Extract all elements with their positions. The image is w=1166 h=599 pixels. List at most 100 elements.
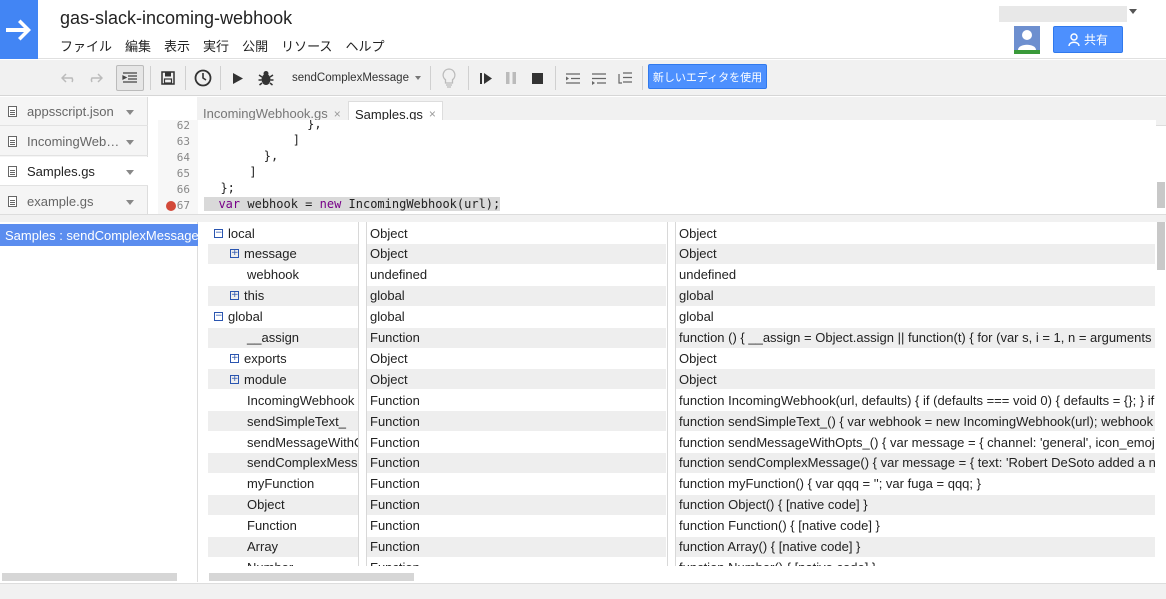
run-icon[interactable] (229, 65, 247, 91)
chevron-down-icon[interactable] (126, 110, 134, 115)
file-item-appsscript-json[interactable]: appsscript.json (0, 97, 148, 126)
indent-toggle-icon[interactable] (116, 65, 144, 91)
file-icon (8, 135, 17, 147)
menu-file[interactable]: ファイル (60, 36, 119, 55)
variable-type: Function (370, 476, 420, 492)
lightbulb-icon[interactable] (438, 65, 460, 91)
file-item-example[interactable]: example.gs (0, 187, 148, 216)
step-into-icon[interactable] (563, 65, 583, 91)
variable-type: Function (367, 411, 666, 432)
variable-row[interactable]: − global global global (207, 306, 1155, 327)
pause-icon[interactable] (502, 65, 520, 91)
collapse-icon[interactable]: − (214, 228, 223, 238)
expand-icon[interactable]: + (230, 291, 239, 301)
variable-row[interactable]: IncomingWebhook Function function Incoming… (207, 389, 1155, 410)
chevron-down-icon[interactable] (126, 140, 134, 145)
variable-row[interactable]: + module Object Object (207, 368, 1155, 390)
variable-row[interactable]: − local Object Object (207, 222, 1155, 243)
close-icon[interactable]: × (334, 107, 341, 121)
keyword-token: new (319, 197, 342, 211)
variable-row[interactable]: + exports Object Object (207, 347, 1155, 368)
variable-value: function Object() { [native code] } (676, 494, 1155, 515)
variable-type: undefined (370, 267, 428, 283)
use-new-editor-button[interactable]: 新しいエディタを使用 (648, 64, 767, 89)
call-stack-scrollbar[interactable] (2, 573, 177, 581)
expand-icon[interactable]: + (230, 353, 239, 363)
menu-edit[interactable]: 編集 (125, 36, 158, 55)
variable-row[interactable]: sendComplexMessage Function function sendC… (207, 452, 1155, 473)
continue-icon[interactable] (476, 65, 496, 91)
variable-row[interactable]: __assign Function function () { __assign =… (207, 327, 1155, 348)
variable-name: exports (244, 350, 287, 366)
file-item-samples[interactable]: Samples.gs (0, 157, 148, 186)
variable-name: Object (247, 497, 285, 513)
apps-script-logo[interactable] (0, 0, 38, 59)
variable-name-cell: − local (208, 223, 358, 243)
apps-script-editor: gas-slack-incoming-webhook ファイル 編集 表示 実行… (0, 0, 1166, 599)
menu-resources[interactable]: リソース (281, 36, 339, 55)
code-scrollbar[interactable] (1157, 182, 1165, 208)
debug-bug-icon[interactable] (255, 65, 277, 91)
code-line: }, (206, 120, 322, 131)
variable-type: Function (370, 392, 420, 408)
variable-row[interactable]: + this global global (207, 285, 1155, 306)
stop-icon[interactable] (528, 65, 546, 91)
variable-row[interactable]: Number Function function Number() { [nativ… (207, 556, 1155, 566)
variable-value: function () { __assign = Object.assign |… (676, 327, 1155, 348)
triggers-clock-icon[interactable] (192, 65, 214, 91)
file-item-incomingwebhook[interactable]: IncomingWeb… (0, 127, 148, 156)
expand-icon[interactable]: + (230, 249, 239, 259)
redo-icon[interactable] (86, 65, 104, 91)
variable-name: sendComplexMessage (247, 455, 358, 471)
close-icon[interactable]: × (429, 107, 436, 121)
variable-type: Object (367, 369, 666, 390)
variable-row[interactable]: myFunction Function function myFunction() … (207, 473, 1155, 494)
variable-row[interactable]: Object Function function Object() { [nativ… (207, 494, 1155, 515)
variable-type: global (367, 285, 666, 306)
menu-run[interactable]: 実行 (203, 36, 236, 55)
status-bar (0, 583, 1166, 599)
chevron-down-icon[interactable] (126, 200, 134, 205)
variable-name: Array (247, 539, 279, 554)
variable-row[interactable]: sendMessageWithOpts_ Function function sen… (207, 431, 1155, 452)
avatar[interactable] (1014, 26, 1040, 54)
call-stack-frame[interactable]: Samples : sendComplexMessage (0, 224, 198, 246)
variable-name-cell: + message (208, 243, 358, 264)
file-name: appsscript.json (27, 103, 114, 119)
share-button[interactable]: 共有 (1053, 26, 1123, 53)
variable-row[interactable]: Array Function function Array() { [native … (207, 536, 1155, 557)
menu-publish[interactable]: 公開 (242, 36, 275, 55)
project-title[interactable]: gas-slack-incoming-webhook (60, 8, 292, 29)
variable-name-cell: sendMessageWithOpts_ (208, 432, 358, 452)
debugger-splitter[interactable] (0, 214, 1166, 222)
step-over-icon[interactable] (589, 65, 609, 91)
line-number-gutter[interactable]: 62 63 64 65 66 67 (158, 119, 198, 214)
variables-scrollbar[interactable] (209, 573, 414, 581)
variable-name: global (228, 309, 263, 325)
variables-vertical-scrollbar[interactable] (1157, 222, 1165, 270)
collapse-icon[interactable]: − (214, 312, 223, 322)
variable-row[interactable]: + message Object Object (207, 243, 1155, 264)
save-icon[interactable] (157, 65, 179, 91)
variable-row[interactable]: Function Function function Function() { [n… (207, 515, 1155, 536)
account-email-redacted[interactable] (999, 6, 1127, 22)
expand-icon[interactable]: + (230, 374, 239, 384)
variable-type: global (370, 309, 405, 325)
chevron-down-icon[interactable] (126, 170, 134, 175)
variable-value: function sendMessageWithOpts_() { var me… (679, 434, 1155, 450)
variable-row[interactable]: sendSimpleText_ Function function sendSimp… (207, 410, 1155, 432)
menu-view[interactable]: 表示 (164, 36, 197, 55)
line-number: 65 (176, 167, 190, 180)
chevron-down-icon[interactable] (1129, 9, 1137, 14)
menu-help[interactable]: ヘルプ (345, 36, 391, 55)
variable-row[interactable]: webhook undefined undefined (207, 264, 1155, 285)
step-out-icon[interactable] (615, 65, 635, 91)
file-name: Samples.gs (27, 163, 95, 179)
variable-value: Object (679, 350, 717, 366)
function-select[interactable]: sendComplexMessage (288, 67, 425, 89)
code-editor[interactable]: }, ] }, ] }; var webhook = new IncomingW… (198, 120, 1156, 214)
breakpoint-marker[interactable] (166, 201, 176, 211)
variable-name-cell: sendSimpleText_ (208, 411, 358, 432)
undo-icon[interactable] (60, 65, 78, 91)
line-number: 66 (176, 183, 190, 196)
